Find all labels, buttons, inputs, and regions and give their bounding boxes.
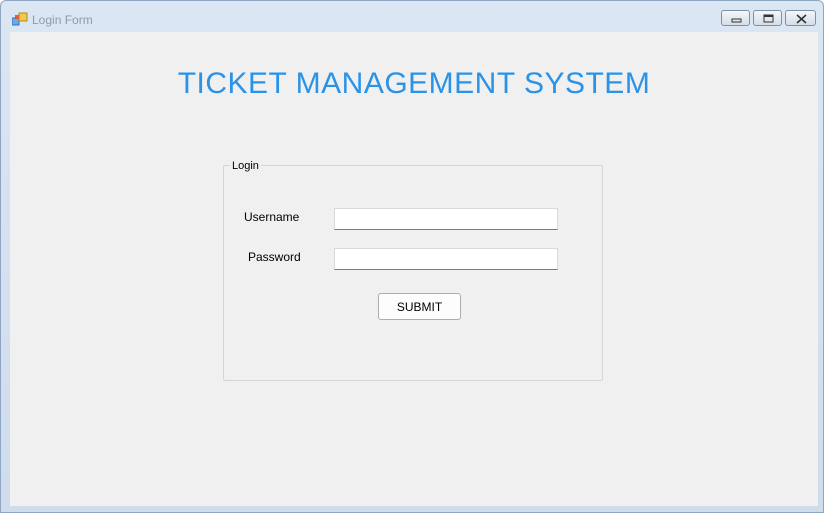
page-title: TICKET MANAGEMENT SYSTEM (177, 67, 651, 100)
login-group-legend: Login (230, 159, 261, 173)
login-form-window: Login Form TICKET MANAGEMENT SYSTEM Logi… (0, 0, 824, 513)
close-button[interactable] (785, 10, 816, 26)
minimize-icon (731, 18, 742, 23)
minimize-button[interactable] (721, 10, 750, 26)
caption-buttons (721, 10, 816, 26)
username-input[interactable] (334, 208, 558, 230)
password-input[interactable] (334, 248, 558, 270)
restore-icon (763, 14, 774, 23)
close-icon (796, 14, 807, 24)
title-bar[interactable]: Login Form (1, 1, 823, 31)
username-label: Username (244, 210, 300, 224)
form-window-icon (11, 12, 28, 26)
window-title: Login Form (32, 13, 93, 27)
login-groupbox: Login Username Password SUBMIT (223, 159, 603, 381)
restore-button[interactable] (753, 10, 782, 26)
submit-button[interactable]: SUBMIT (378, 293, 461, 320)
form-client-area: TICKET MANAGEMENT SYSTEM Login Username … (10, 32, 818, 506)
password-label: Password (248, 250, 301, 264)
